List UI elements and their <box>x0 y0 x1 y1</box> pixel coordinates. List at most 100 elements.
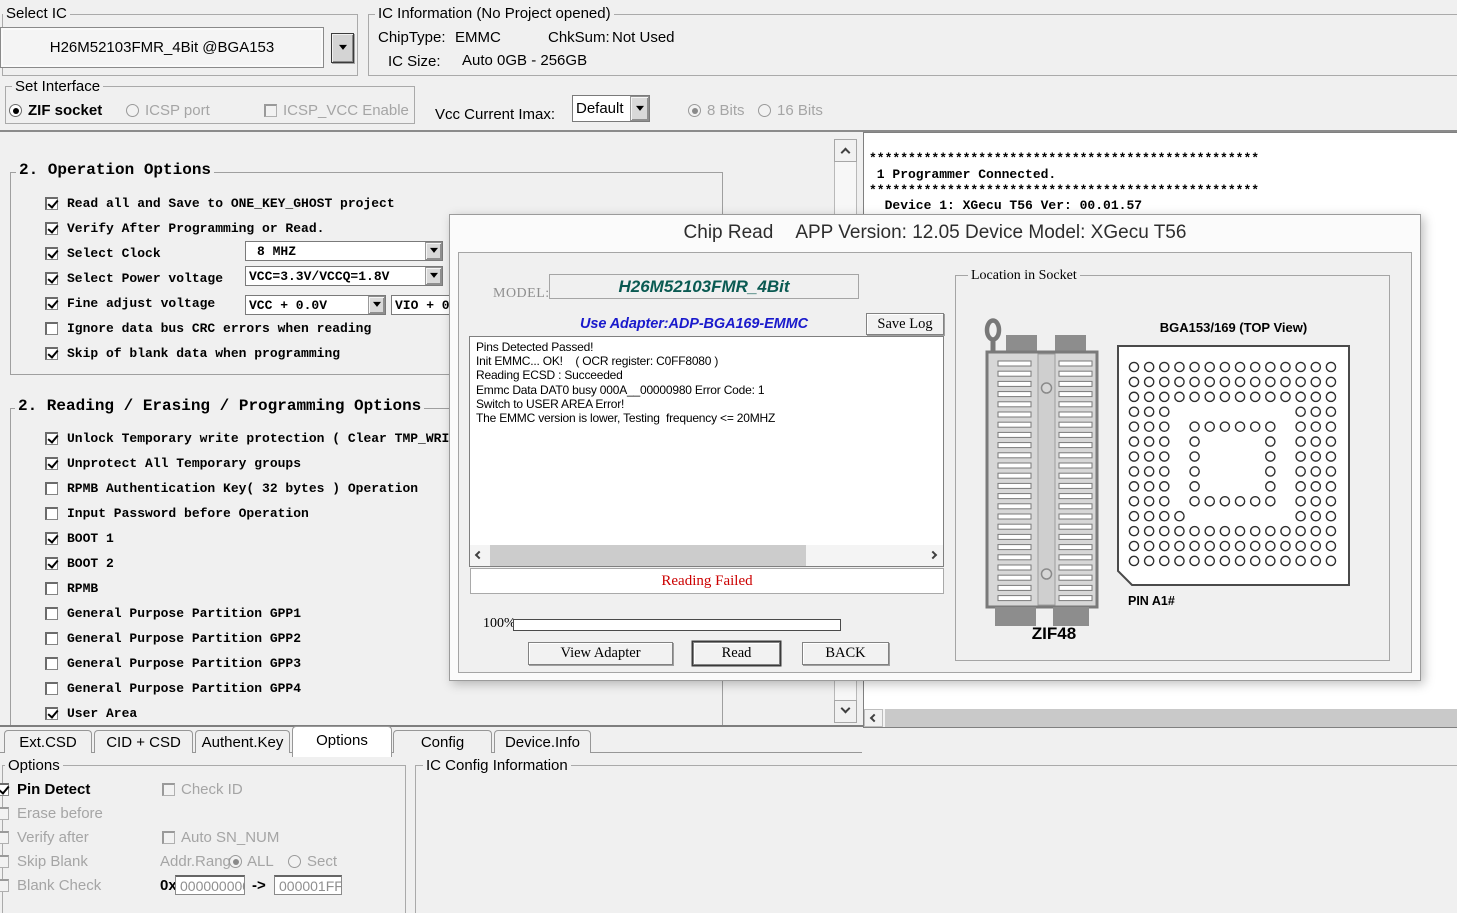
tab-device-info[interactable]: Device.Info <box>494 730 591 753</box>
bits16-label: 16 Bits <box>777 102 823 120</box>
vcc-imax-dropdown-button[interactable] <box>630 96 649 121</box>
ic-select-dropdown-button[interactable] <box>331 33 354 63</box>
check-id-label: Check ID <box>181 781 243 799</box>
addr-from-value: 000000000 <box>180 878 245 894</box>
scroll-up-button[interactable] <box>834 139 857 162</box>
select-clock-combobox[interactable]: 8 MHZ <box>245 241 443 261</box>
rw-label-4: BOOT 1 <box>67 531 114 547</box>
xgpro-app: Select IC H26M52103FMR_4Bit @BGA153 IC I… <box>0 0 1457 913</box>
tab-extcsd[interactable]: Ext.CSD <box>4 730 92 753</box>
rw-label-7: General Purpose Partition GPP1 <box>67 606 301 622</box>
tab-label: Options <box>316 732 368 749</box>
vcc-imax-label: Vcc Current Imax: <box>435 106 555 124</box>
chevron-left-icon <box>870 714 878 722</box>
op-label-3: Select Power voltage <box>67 271 223 287</box>
tab-options[interactable]: Options <box>292 726 392 757</box>
dialog-log-box: Pins Detected Passed! Init EMMC... OK! (… <box>469 336 944 567</box>
power-voltage-dropdown-button[interactable] <box>425 267 442 285</box>
select-clock-value: 8 MHZ <box>257 242 296 260</box>
status-box: Reading Failed <box>470 568 944 594</box>
addr-all-radio[interactable] <box>229 855 242 868</box>
tab-authent-key[interactable]: Authent.Key <box>195 730 290 753</box>
tab-label: Ext.CSD <box>19 734 77 751</box>
rw-checkbox-5[interactable] <box>45 557 58 570</box>
bga-title: BGA153/169 (TOP View) <box>1117 320 1350 335</box>
zif-socket-drawing <box>978 316 1128 651</box>
ic-select-value: H26M52103FMR_4Bit @BGA153 <box>50 39 275 56</box>
back-button[interactable]: BACK <box>802 642 889 665</box>
blank-check-checkbox[interactable] <box>0 879 9 892</box>
rw-checkbox-3[interactable] <box>45 507 58 520</box>
erase-before-label: Erase before <box>17 805 103 823</box>
rw-checkbox-0[interactable] <box>45 432 58 445</box>
addr-sect-radio[interactable] <box>288 855 301 868</box>
op-checkbox-1[interactable] <box>45 222 58 235</box>
fine-adjust-vcc-dropdown-button[interactable] <box>368 296 385 314</box>
addr-from-field[interactable]: 000000000 <box>175 875 245 895</box>
ic-size-label: IC Size: <box>388 53 441 71</box>
dialog-log-scroll-left-button[interactable] <box>470 545 488 566</box>
read-button[interactable]: Read <box>693 642 780 665</box>
left-panel-bottom-border <box>0 725 863 727</box>
pin-detect-checkbox[interactable] <box>0 783 9 796</box>
rw-checkbox-4[interactable] <box>45 532 58 545</box>
addr-to-field[interactable]: 000001FFF <box>274 875 342 895</box>
tab-config[interactable]: Config <box>393 730 492 753</box>
zif-socket-radio[interactable] <box>9 104 22 117</box>
bits16-radio[interactable] <box>758 104 771 117</box>
addr-sect-label: Sect <box>307 853 337 871</box>
pin-detect-label: Pin Detect <box>17 781 90 799</box>
rw-checkbox-7[interactable] <box>45 607 58 620</box>
verify-after-checkbox[interactable] <box>0 831 9 844</box>
tab-label: Device.Info <box>505 734 580 751</box>
icsp-port-radio[interactable] <box>126 104 139 117</box>
bits8-radio[interactable] <box>688 104 701 117</box>
rw-checkbox-9[interactable] <box>45 657 58 670</box>
rw-checkbox-2[interactable] <box>45 482 58 495</box>
dialog-title-left: Chip Read <box>684 222 774 243</box>
op-checkbox-6[interactable] <box>45 347 58 360</box>
select-clock-dropdown-button[interactable] <box>425 242 442 260</box>
erase-before-checkbox[interactable] <box>0 807 9 820</box>
rw-checkbox-8[interactable] <box>45 632 58 645</box>
main-log-scroll-left-button[interactable] <box>864 709 883 727</box>
view-adapter-button-label: View Adapter <box>560 645 640 662</box>
auto-sn-checkbox[interactable] <box>162 831 175 844</box>
op-checkbox-0[interactable] <box>45 197 58 210</box>
rw-checkbox-10[interactable] <box>45 682 58 695</box>
tab-cid-csd[interactable]: CID + CSD <box>94 730 193 753</box>
main-log-line: 1 Programmer Connected. <box>869 167 1259 183</box>
op-checkbox-2[interactable] <box>45 247 58 260</box>
ic-select-combobox[interactable]: H26M52103FMR_4Bit @BGA153 <box>0 27 324 68</box>
dialog-title: Chip ReadAPP Version: 12.05 Device Model… <box>450 222 1420 244</box>
save-log-button[interactable]: Save Log <box>866 313 944 335</box>
rw-label-3: Input Password before Operation <box>67 506 309 522</box>
check-id-checkbox[interactable] <box>162 783 175 796</box>
chip-read-dialog: Chip ReadAPP Version: 12.05 Device Model… <box>449 214 1421 681</box>
dialog-log-line: Pins Detected Passed! <box>476 340 775 354</box>
main-log-hscroll-thumb[interactable] <box>885 709 1457 727</box>
rw-checkbox-1[interactable] <box>45 457 58 470</box>
op-checkbox-4[interactable] <box>45 297 58 310</box>
rw-checkbox-6[interactable] <box>45 582 58 595</box>
rw-checkbox-11[interactable] <box>45 707 58 720</box>
chksum-value: Not Used <box>612 29 675 47</box>
op-checkbox-5[interactable] <box>45 322 58 335</box>
ic-info-group-label: IC Information (No Project opened) <box>375 5 614 22</box>
icsp-vcc-checkbox[interactable] <box>264 104 277 117</box>
scroll-down-button[interactable] <box>834 700 857 723</box>
op-label-5: Ignore data bus CRC errors when reading <box>67 321 371 337</box>
dialog-log-hscroll-thumb[interactable] <box>490 545 806 566</box>
op-checkbox-3[interactable] <box>45 272 58 285</box>
fine-adjust-vcc-combobox[interactable]: VCC + 0.0V <box>245 295 386 315</box>
power-voltage-combobox[interactable]: VCC=3.3V/VCCQ=1.8V <box>245 266 443 286</box>
skip-blank-checkbox[interactable] <box>0 855 9 868</box>
vcc-imax-combobox[interactable]: Default <box>572 95 650 122</box>
dialog-log-scroll-right-button[interactable] <box>925 545 943 566</box>
auto-sn-label: Auto SN_NUM <box>181 829 279 847</box>
rw-options-title: 2. Reading / Erasing / Programming Optio… <box>15 398 424 415</box>
main-log-line: ****************************************… <box>869 183 1259 199</box>
dropdown-arrow-icon <box>430 248 438 257</box>
view-adapter-button[interactable]: View Adapter <box>528 642 673 665</box>
verify-after-label: Verify after <box>17 829 89 847</box>
